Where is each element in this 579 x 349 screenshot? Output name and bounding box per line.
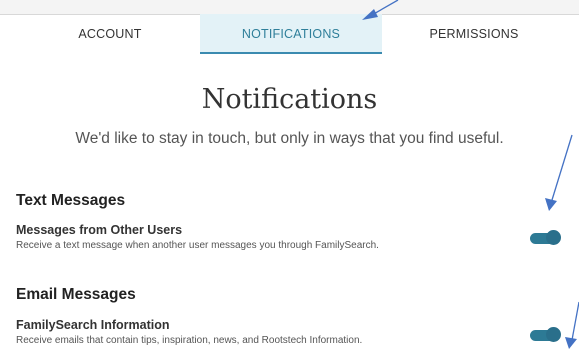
- top-bar: [0, 0, 579, 15]
- page-subtitle: We'd like to stay in touch, but only in …: [75, 130, 504, 147]
- tab-permissions[interactable]: PERMISSIONS: [384, 14, 564, 52]
- tab-account[interactable]: ACCOUNT: [22, 14, 198, 52]
- section-title-email-messages: Email Messages: [16, 286, 136, 303]
- toggle-knob: [546, 230, 561, 245]
- arrow-to-email-toggle: [571, 301, 579, 341]
- settings-tabs: ACCOUNT NOTIFICATIONS PERMISSIONS: [0, 14, 579, 54]
- item-title-familysearch-information: FamilySearch Information: [16, 318, 170, 332]
- page-title: Notifications: [201, 84, 378, 115]
- tab-notifications[interactable]: NOTIFICATIONS: [200, 14, 382, 54]
- item-description-messages-from-other-users: Receive a text message when another user…: [16, 240, 379, 251]
- item-description-familysearch-information: Receive emails that contain tips, inspir…: [16, 335, 363, 346]
- section-title-text-messages: Text Messages: [16, 192, 126, 209]
- toggle-familysearch-information[interactable]: [530, 327, 561, 342]
- item-title-messages-from-other-users: Messages from Other Users: [16, 223, 183, 237]
- toggle-knob: [546, 327, 561, 342]
- toggle-messages-from-other-users[interactable]: [530, 230, 561, 245]
